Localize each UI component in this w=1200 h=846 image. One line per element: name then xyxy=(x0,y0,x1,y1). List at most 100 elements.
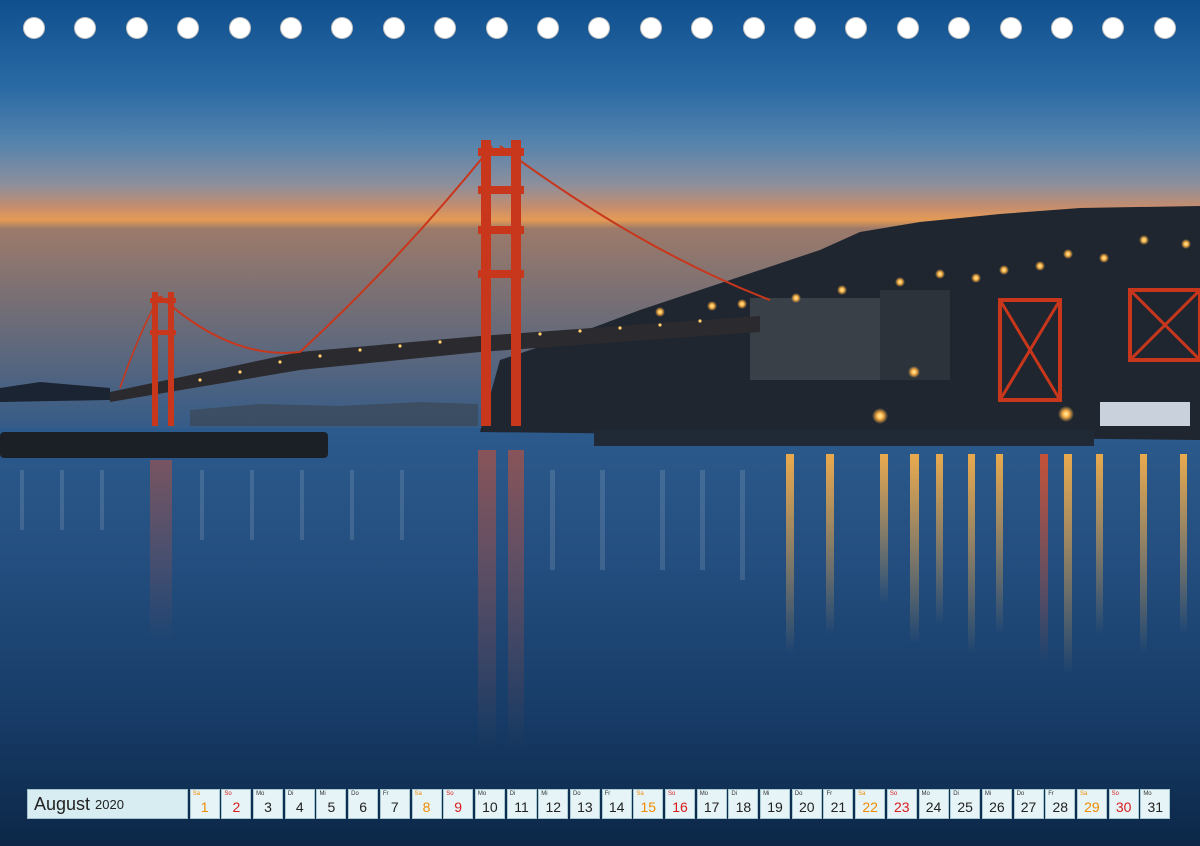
day-number: 26 xyxy=(989,799,1005,815)
day-cell: Sa 8 xyxy=(411,789,442,819)
day-cell: Sa 29 xyxy=(1076,789,1107,819)
day-cell: Mi 12 xyxy=(538,789,569,819)
day-of-week: So xyxy=(224,791,232,797)
calendar-strip: August 2020 Sa 1 So 2 Mo 3 Di 4 Mi 5 Do 6 Fr 7 Sa 8 So 9 M… xyxy=(27,789,1171,819)
day-cell: Sa 1 xyxy=(189,789,220,819)
day-cell: Fr 28 xyxy=(1045,789,1076,819)
binding-hole xyxy=(537,17,559,39)
day-number: 14 xyxy=(608,799,625,815)
day-number: 30 xyxy=(1115,799,1132,815)
day-of-week: Di xyxy=(509,791,516,797)
binding-hole xyxy=(691,17,714,39)
day-number: 28 xyxy=(1052,799,1069,815)
day-number: 25 xyxy=(957,799,973,815)
day-cell: Mo 3 xyxy=(253,789,284,819)
day-of-week: So xyxy=(668,791,676,797)
day-number: 11 xyxy=(514,799,529,815)
day-of-week: Sa xyxy=(192,791,201,797)
day-number: 20 xyxy=(798,799,815,815)
month-label: August 2020 xyxy=(27,789,188,819)
day-cell: Di 11 xyxy=(506,789,537,819)
binding-hole xyxy=(23,17,45,39)
day-number: 15 xyxy=(640,799,657,815)
binding-hole xyxy=(639,17,662,39)
day-cell: So 30 xyxy=(1108,789,1139,819)
day-number: 24 xyxy=(925,799,942,815)
binding-hole xyxy=(434,17,457,39)
day-of-week: Mo xyxy=(1143,791,1152,797)
day-number: 29 xyxy=(1084,799,1100,815)
day-of-week: Fr xyxy=(382,791,389,797)
day-cell: Mo 24 xyxy=(918,789,949,819)
day-number: 10 xyxy=(482,799,498,815)
day-number: 2 xyxy=(232,799,241,815)
binding-hole xyxy=(845,17,868,39)
day-number: 12 xyxy=(545,799,562,815)
day-number: 9 xyxy=(454,799,463,815)
day-of-week: Mo xyxy=(921,791,930,797)
day-number: 13 xyxy=(577,799,593,815)
day-of-week: Do xyxy=(572,791,581,797)
binding-hole xyxy=(1153,17,1176,39)
day-cell: Sa 15 xyxy=(633,789,664,819)
day-of-week: Do xyxy=(351,791,359,797)
day-of-week: Di xyxy=(953,791,959,797)
day-cell: Fr 7 xyxy=(379,789,410,819)
day-number: 6 xyxy=(359,799,368,815)
day-of-week: Sa xyxy=(1079,791,1088,797)
day-cell: Mo 31 xyxy=(1140,789,1171,819)
day-cell: Fr 14 xyxy=(601,789,632,819)
day-number: 16 xyxy=(672,799,688,815)
day-cell: Di 25 xyxy=(950,789,981,819)
binding-hole xyxy=(280,17,302,39)
day-of-week: Di xyxy=(287,791,294,797)
day-of-week: Do xyxy=(1016,791,1025,797)
day-number: 3 xyxy=(264,799,272,815)
day-number: 8 xyxy=(422,799,431,815)
binding-hole xyxy=(1102,17,1125,39)
day-cell: So 16 xyxy=(665,789,695,819)
day-cell: So 23 xyxy=(886,789,917,819)
binding-hole xyxy=(74,17,97,39)
day-of-week: Do xyxy=(794,791,803,797)
day-of-week: So xyxy=(889,791,898,797)
binding-hole xyxy=(228,17,251,39)
calendar-page: August 2020 Sa 1 So 2 Mo 3 Di 4 Mi 5 Do 6 Fr 7 Sa 8 So 9 M… xyxy=(0,0,1200,846)
day-of-week: Mo xyxy=(477,791,487,797)
day-of-week: Mi xyxy=(319,791,326,797)
day-cell: Mi 19 xyxy=(760,789,791,819)
day-of-week: Fr xyxy=(1048,791,1054,797)
binding-hole xyxy=(331,17,354,39)
binding-hole xyxy=(999,17,1022,39)
day-cell: Do 6 xyxy=(348,789,379,819)
day-cell: So 2 xyxy=(221,789,252,819)
day-cell: Do 20 xyxy=(791,789,822,819)
day-of-week: Mi xyxy=(984,791,992,797)
day-of-week: Fr xyxy=(604,791,611,797)
day-number: 1 xyxy=(200,799,209,815)
binding-hole xyxy=(125,17,148,39)
day-cell: Sa 22 xyxy=(855,789,886,819)
day-of-week: Mi xyxy=(763,791,770,797)
day-of-week: Mo xyxy=(699,791,709,797)
day-cell: Mo 10 xyxy=(474,789,505,819)
day-of-week: Fr xyxy=(826,791,833,797)
month-name: August xyxy=(34,793,91,814)
day-number: 21 xyxy=(830,799,847,815)
binding-holes xyxy=(0,0,1200,56)
day-number: 5 xyxy=(327,799,336,815)
day-number: 31 xyxy=(1147,799,1164,815)
binding-hole xyxy=(742,17,765,39)
day-of-week: Mi xyxy=(541,791,548,797)
day-of-week: Di xyxy=(731,791,738,797)
binding-hole xyxy=(485,17,508,39)
day-number: 7 xyxy=(390,799,399,815)
binding-hole xyxy=(588,17,611,39)
binding-hole xyxy=(948,17,971,39)
binding-hole xyxy=(382,17,405,39)
day-number: 27 xyxy=(1020,799,1037,815)
day-number: 18 xyxy=(735,799,752,815)
day-of-week: So xyxy=(446,791,454,797)
day-cell: Do 27 xyxy=(1013,789,1044,819)
day-of-week: Mo xyxy=(256,791,265,797)
